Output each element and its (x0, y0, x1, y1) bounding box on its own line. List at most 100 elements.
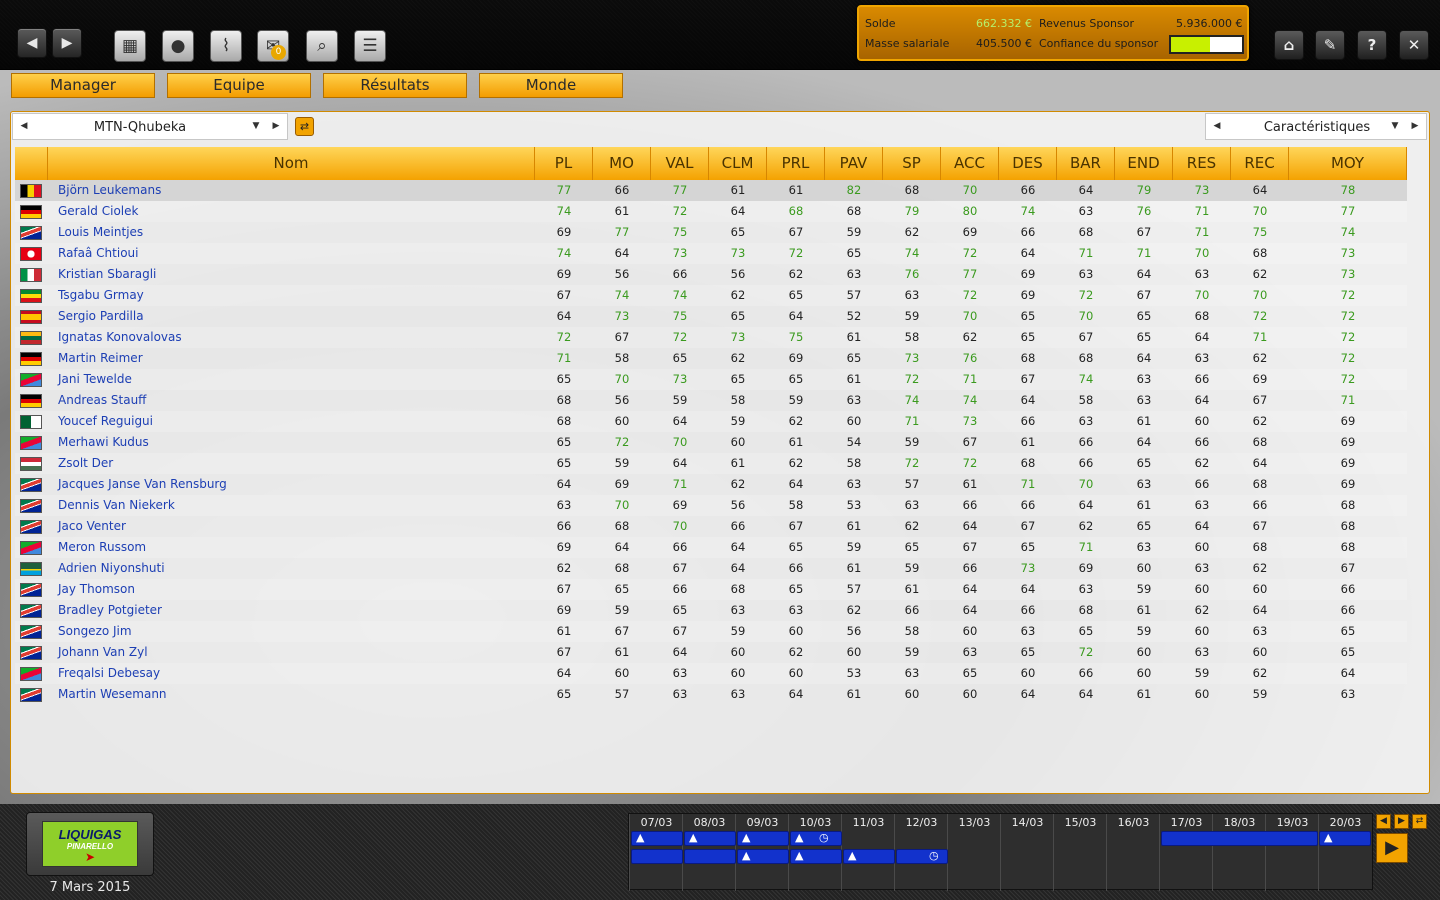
rider-name-link[interactable]: Martin Wesemann (58, 684, 167, 705)
race-event-bar[interactable]: ▲ ◷ (790, 831, 842, 846)
mail-icon[interactable]: ✉0 (257, 30, 289, 62)
table-row[interactable]: Dennis Van Niekerk 63 70 69 56 58 53 63 66 66 64 61… (15, 495, 1407, 516)
rider-name-link[interactable]: Jay Thomson (58, 579, 135, 600)
table-row[interactable]: Andreas Stauff 68 56 59 58 59 63 74 74 64 58 63 64 67… (15, 390, 1407, 411)
wrench-icon[interactable]: ✎ (1315, 30, 1345, 60)
table-row[interactable]: Jacques Janse Van Rensburg 64 69 71 62 64 63 57… (15, 474, 1407, 495)
view-dropdown-icon[interactable]: ▼ (1384, 114, 1406, 139)
column-header-bar[interactable]: BAR (1057, 147, 1115, 180)
view-select[interactable]: ◀ Caractéristiques ▼ ▶ (1205, 113, 1427, 140)
table-row[interactable]: Tsgabu Grmay 67 74 74 62 65 57 63 72 69 72 67 70 70 72 (15, 285, 1407, 306)
tab-manager[interactable]: Manager (11, 73, 155, 98)
close-icon[interactable]: ✕ (1399, 30, 1429, 60)
column-header-end[interactable]: END (1115, 147, 1173, 180)
table-row[interactable]: Youcef Reguigui 68 60 64 59 62 60 71 73 66 63 61 60 6… (15, 411, 1407, 432)
rider-name-link[interactable]: Louis Meintjes (58, 222, 143, 243)
race-event-bar[interactable] (1161, 831, 1318, 846)
table-row[interactable]: Sergio Pardilla 64 73 75 65 64 52 59 70 65 70 65 68 7… (15, 306, 1407, 327)
calendar-next-icon[interactable]: ▶ (1394, 814, 1409, 829)
table-row[interactable]: Martin Reimer 71 58 65 62 69 65 73 76 68 68 64 63 62 7… (15, 348, 1407, 369)
column-header-nom[interactable]: Nom (48, 147, 535, 180)
rider-name-link[interactable]: Songezo Jim (58, 621, 132, 642)
race-event-bar[interactable]: ▲ (684, 831, 736, 846)
table-row[interactable]: Björn Leukemans 77 66 77 61 61 82 68 70 66 64 79 73 6… (15, 180, 1407, 201)
calendar-day[interactable]: 13/03 (947, 814, 1000, 891)
rider-name-link[interactable]: Adrien Niyonshuti (58, 558, 165, 579)
column-header-pl[interactable]: PL (535, 147, 593, 180)
table-row[interactable]: Rafaâ Chtioui 74 64 73 73 72 65 74 72 64 71 71 70 68 7… (15, 243, 1407, 264)
table-row[interactable]: Johann Van Zyl 67 61 64 60 62 60 59 63 65 72 60 63 60… (15, 642, 1407, 663)
rider-name-link[interactable]: Bradley Potgieter (58, 600, 162, 621)
table-row[interactable]: Bradley Potgieter 69 59 65 63 63 62 66 64 66 68 61 6… (15, 600, 1407, 621)
rider-name-link[interactable]: Freqalsi Debesay (58, 663, 160, 684)
tab-resultats[interactable]: Résultats (323, 73, 467, 98)
rider-name-link[interactable]: Jaco Venter (58, 516, 126, 537)
column-header-clm[interactable]: CLM (709, 147, 767, 180)
table-row[interactable]: Adrien Niyonshuti 62 68 67 64 66 61 59 66 73 69 60 6… (15, 558, 1407, 579)
forward-arrow-icon[interactable]: ▶ (52, 28, 82, 58)
calendar-day[interactable]: 19/03 (1265, 814, 1318, 891)
calendar-day[interactable]: 16/03 (1106, 814, 1159, 891)
team-select[interactable]: ◀ MTN-Qhubeka ▼ ▶ (12, 113, 288, 140)
previous-team-icon[interactable]: ◀ (13, 114, 35, 139)
column-header-moy[interactable]: MOY (1289, 147, 1407, 180)
rider-name-link[interactable]: Rafaâ Chtioui (58, 243, 138, 264)
rider-name-link[interactable]: Martin Reimer (58, 348, 143, 369)
race-event-bar[interactable]: ▲ (631, 831, 683, 846)
table-row[interactable]: Kristian Sbaragli 69 56 66 56 62 63 76 77 69 63 64 6… (15, 264, 1407, 285)
rider-name-link[interactable]: Tsgabu Grmay (58, 285, 144, 306)
calendar-day[interactable]: 14/03 (1000, 814, 1053, 891)
rider-name-link[interactable]: Ignatas Konovalovas (58, 327, 182, 348)
tab-equipe[interactable]: Equipe (167, 73, 311, 98)
rider-name-link[interactable]: Jacques Janse Van Rensburg (58, 474, 227, 495)
column-header-sp[interactable]: SP (883, 147, 941, 180)
rider-name-link[interactable]: Andreas Stauff (58, 390, 146, 411)
swap-icon[interactable]: ⇄ (295, 117, 314, 136)
table-row[interactable]: Zsolt Der 65 59 64 61 62 58 72 72 68 66 65 62 64 69 (15, 453, 1407, 474)
table-row[interactable]: Ignatas Konovalovas 72 67 72 73 75 61 58 62 65 67 6… (15, 327, 1407, 348)
table-row[interactable]: Jaco Venter 66 68 70 66 67 61 62 64 67 62 65 64 67 68 (15, 516, 1407, 537)
previous-view-icon[interactable]: ◀ (1206, 114, 1228, 139)
column-header-rec[interactable]: REC (1231, 147, 1289, 180)
column-header-des[interactable]: DES (999, 147, 1057, 180)
search-icon[interactable]: ⌕ (306, 30, 338, 62)
table-row[interactable]: Gerald Ciolek 74 61 72 64 68 68 79 80 74 63 76 71 70 7… (15, 201, 1407, 222)
rider-name-link[interactable]: Sergio Pardilla (58, 306, 144, 327)
rider-name-link[interactable]: Meron Russom (58, 537, 146, 558)
column-header-val[interactable]: VAL (651, 147, 709, 180)
calendar-icon[interactable]: ▦ (114, 30, 146, 62)
team-logo[interactable]: LIQUIGAS PINARELLO ➤ (26, 812, 154, 876)
help-icon[interactable]: ? (1357, 30, 1387, 60)
rider-name-link[interactable]: Dennis Van Niekerk (58, 495, 175, 516)
race-event-bar[interactable]: ◷ (896, 849, 948, 864)
next-view-icon[interactable]: ▶ (1404, 114, 1426, 139)
calendar-day[interactable]: 18/03 (1212, 814, 1265, 891)
rider-name-link[interactable]: Kristian Sbaragli (58, 264, 156, 285)
rider-name-link[interactable]: Gerald Ciolek (58, 201, 138, 222)
table-row[interactable]: Martin Wesemann 65 57 63 63 64 61 60 60 64 64 61 60 5… (15, 684, 1407, 705)
calendar-prev-icon[interactable]: ◀ (1376, 814, 1391, 829)
race-event-bar[interactable]: ▲ (737, 849, 789, 864)
chart-icon[interactable]: ⌇ (210, 30, 242, 62)
race-event-bar[interactable]: ▲ (790, 849, 842, 864)
table-row[interactable]: Jani Tewelde 65 70 73 65 65 61 72 71 67 74 63 66 69 72 (15, 369, 1407, 390)
play-icon[interactable]: ▶ (1376, 833, 1408, 863)
calendar-day[interactable]: 17/03 (1159, 814, 1212, 891)
table-row[interactable]: Jay Thomson 67 65 66 68 65 57 61 64 64 63 59 60 60 66 (15, 579, 1407, 600)
team-icon[interactable]: ● (162, 30, 194, 62)
rider-name-link[interactable]: Youcef Reguigui (58, 411, 153, 432)
calendar-swap-icon[interactable]: ⇄ (1412, 814, 1427, 829)
race-event-bar[interactable] (631, 849, 683, 864)
team-dropdown-icon[interactable]: ▼ (245, 114, 267, 139)
column-header-res[interactable]: RES (1173, 147, 1231, 180)
calendar-day[interactable]: 15/03 (1053, 814, 1106, 891)
table-row[interactable]: Songezo Jim 61 67 67 59 60 56 58 60 63 65 59 60 63 65 (15, 621, 1407, 642)
table-row[interactable]: Meron Russom 69 64 66 64 65 59 65 67 65 71 63 60 68 68 (15, 537, 1407, 558)
column-header-mo[interactable]: MO (593, 147, 651, 180)
rider-name-link[interactable]: Zsolt Der (58, 453, 113, 474)
tab-monde[interactable]: Monde (479, 73, 623, 98)
column-header-acc[interactable]: ACC (941, 147, 999, 180)
table-row[interactable]: Merhawi Kudus 65 72 70 60 61 54 59 67 61 66 64 66 68 6… (15, 432, 1407, 453)
calendar-day[interactable]: 20/03 (1318, 814, 1371, 891)
back-arrow-icon[interactable]: ◀ (17, 28, 47, 58)
